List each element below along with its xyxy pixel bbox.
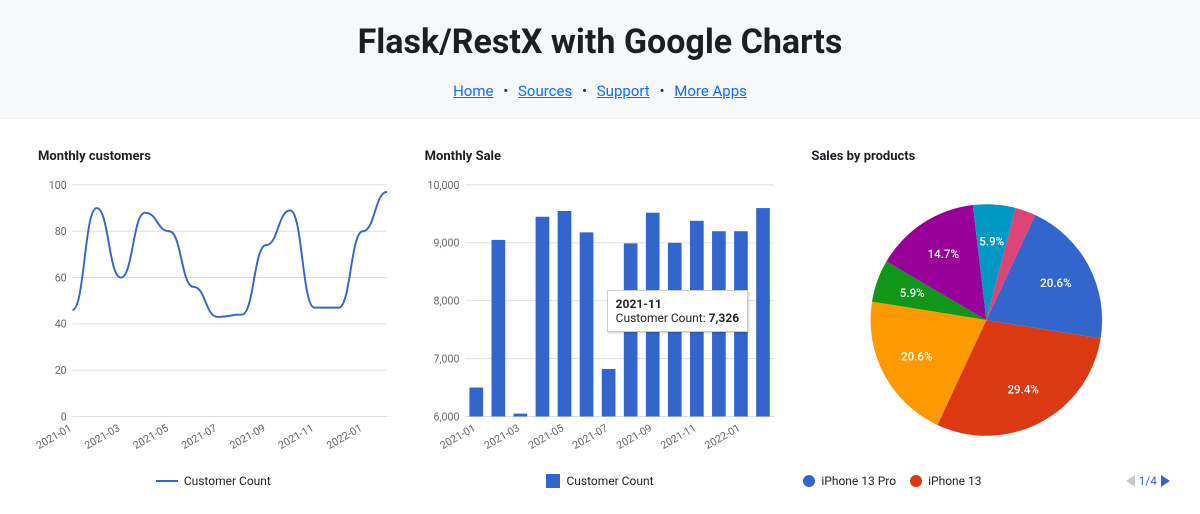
hero-nav: Home • Sources • Support • More Apps xyxy=(0,82,1200,100)
svg-text:100: 100 xyxy=(49,179,67,192)
panel-sales-by-products: Sales by products 20.6% 29.4% 20.6% 5.9% 14.… xyxy=(803,149,1170,488)
line-chart[interactable]: 0204060801002021-012021-032021-052021-07… xyxy=(30,170,397,470)
svg-text:40: 40 xyxy=(55,318,67,331)
svg-text:5.9%: 5.9% xyxy=(900,286,925,300)
legend-item-1[interactable]: iPhone 13 xyxy=(910,474,981,488)
panel-monthly-sale: Monthly Sale 6,000 7,000 8,000 9,000 10,000 2… xyxy=(417,149,784,488)
legend-dot-icon xyxy=(803,475,815,487)
pager-next-icon[interactable] xyxy=(1161,475,1170,487)
svg-text:2021-07: 2021-07 xyxy=(179,421,219,452)
legend-pager: 1/4 xyxy=(1126,474,1170,488)
svg-text:29.4%: 29.4% xyxy=(1008,382,1039,396)
svg-text:2022-01: 2022-01 xyxy=(702,421,742,452)
legend-label-1: iPhone 13 xyxy=(928,474,981,488)
svg-text:60: 60 xyxy=(55,271,67,284)
svg-text:20.6%: 20.6% xyxy=(901,350,932,364)
svg-text:2021-11: 2021-11 xyxy=(276,421,316,452)
svg-text:6,000: 6,000 xyxy=(433,410,459,423)
legend-line-label: Customer Count xyxy=(184,474,271,488)
legend-item-0[interactable]: iPhone 13 Pro xyxy=(803,474,896,488)
svg-text:2021-01: 2021-01 xyxy=(437,421,477,452)
chart-title-monthly-sale: Monthly Sale xyxy=(425,149,784,164)
svg-text:2021-09: 2021-09 xyxy=(614,421,654,452)
svg-text:2021-05: 2021-05 xyxy=(526,421,566,452)
svg-text:2021-05: 2021-05 xyxy=(131,421,171,452)
legend-dot-icon xyxy=(910,475,922,487)
chart-title-sales-by-products: Sales by products xyxy=(811,149,1170,164)
legend-pie: iPhone 13 Pro iPhone 13 1/4 xyxy=(803,474,1170,488)
legend-label-0: iPhone 13 Pro xyxy=(821,474,896,488)
hero: Flask/RestX with Google Charts Home • So… xyxy=(0,0,1200,119)
legend-bar: Customer Count xyxy=(417,474,784,488)
nav-sep: • xyxy=(503,82,508,100)
svg-text:5.9%: 5.9% xyxy=(980,234,1005,248)
pie-chart[interactable]: 20.6% 29.4% 20.6% 5.9% 14.7% 5.9% xyxy=(803,170,1170,470)
nav-sources[interactable]: Sources xyxy=(518,82,572,100)
svg-text:2022-01: 2022-01 xyxy=(324,421,364,452)
svg-text:2021-09: 2021-09 xyxy=(228,421,268,452)
legend-line: Customer Count xyxy=(30,474,397,488)
svg-text:2021-01: 2021-01 xyxy=(34,421,74,452)
legend-bar-swatch-icon xyxy=(546,474,560,488)
chart-title-monthly-customers: Monthly customers xyxy=(38,149,397,164)
pager-page: 1/4 xyxy=(1139,474,1157,488)
svg-text:10,000: 10,000 xyxy=(427,179,459,192)
svg-text:2021-07: 2021-07 xyxy=(570,421,610,452)
svg-text:80: 80 xyxy=(55,225,67,238)
svg-text:7,000: 7,000 xyxy=(433,352,459,365)
nav-sep: • xyxy=(582,82,587,100)
nav-sep: • xyxy=(659,82,664,100)
bar-chart[interactable]: 6,000 7,000 8,000 9,000 10,000 2021-012021-03… xyxy=(417,170,784,470)
svg-text:14.7%: 14.7% xyxy=(928,247,959,261)
svg-text:9,000: 9,000 xyxy=(433,237,459,250)
pager-prev-icon xyxy=(1126,475,1135,487)
charts-row: Monthly customers 0204060801002021-01202… xyxy=(0,119,1200,498)
panel-monthly-customers: Monthly customers 0204060801002021-01202… xyxy=(30,149,397,488)
svg-text:20.6%: 20.6% xyxy=(1041,276,1072,290)
svg-text:2021-11: 2021-11 xyxy=(658,421,698,452)
legend-bar-label: Customer Count xyxy=(566,474,653,488)
nav-support[interactable]: Support xyxy=(597,82,650,100)
nav-more-apps[interactable]: More Apps xyxy=(674,82,747,100)
svg-text:2021-03: 2021-03 xyxy=(82,421,122,452)
page-title: Flask/RestX with Google Charts xyxy=(0,22,1200,62)
legend-line-swatch-icon xyxy=(156,480,178,482)
svg-text:8,000: 8,000 xyxy=(433,295,459,308)
svg-text:20: 20 xyxy=(55,364,67,377)
nav-home[interactable]: Home xyxy=(453,82,493,100)
svg-text:2021-03: 2021-03 xyxy=(482,421,522,452)
